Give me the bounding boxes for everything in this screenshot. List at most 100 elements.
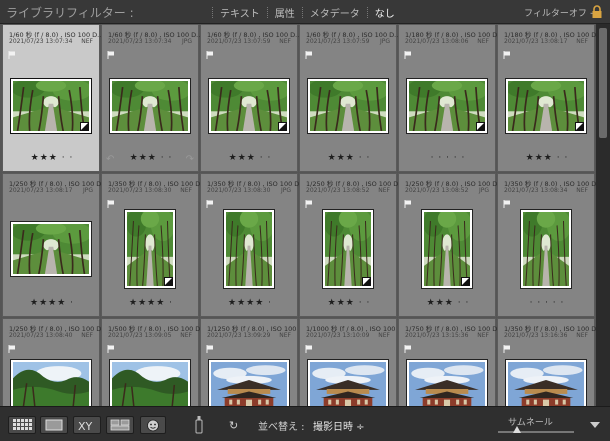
xy-compare-icon: XY	[78, 420, 93, 432]
thumbnail-cell[interactable]: 1/350 秒 (f / 8.0) , ISO 100 D... 2021/07/…	[497, 173, 596, 317]
thumbnail-grid: 1/60 秒 (f / 8.0) , ISO 100 D... 2021/07/2…	[0, 24, 596, 406]
file-type: NEF	[180, 187, 192, 194]
tab-text[interactable]: テキスト	[220, 5, 260, 20]
photo-thumbnail[interactable]	[505, 359, 587, 406]
star-rating[interactable]: · · · · ·	[399, 153, 497, 163]
flag-icon[interactable]	[305, 345, 313, 353]
star-rating[interactable]: ★★★ · ·	[300, 153, 398, 163]
flag-icon[interactable]	[206, 51, 214, 59]
people-view-button[interactable]	[140, 416, 166, 434]
star-rating[interactable]: ★★★★ ·	[102, 298, 200, 308]
flag-icon[interactable]	[305, 51, 313, 59]
develop-adjusted-badge-icon[interactable]	[80, 122, 89, 131]
capture-date: 2021/07/23 13:09:29	[207, 332, 271, 339]
photo-thumbnail[interactable]	[109, 359, 191, 406]
people-icon	[147, 419, 159, 432]
flag-icon[interactable]	[107, 345, 115, 353]
thumbnail-cell[interactable]: 1/750 秒 (f / 8.0) , ISO 100 D... 2021/07/…	[398, 318, 503, 406]
photo-thumbnail[interactable]	[10, 359, 92, 406]
sort-direction-icon[interactable]: ↻	[229, 417, 243, 433]
scrollbar-thumb[interactable]	[599, 28, 607, 138]
thumbnail-cell[interactable]: 1/60 秒 (f / 8.0) , ISO 100 D... 2021/07/2…	[101, 24, 202, 172]
grid-scrollbar[interactable]	[596, 24, 610, 406]
file-type: JPG	[181, 38, 192, 45]
grid-icon	[13, 419, 32, 430]
tab-none[interactable]: なし	[375, 5, 395, 20]
photo-thumbnail[interactable]	[223, 209, 275, 289]
thumbnail-cell[interactable]: 1/350 秒 (f / 8.0) , ISO 100 D... 2021/07/…	[101, 173, 206, 317]
tab-separator	[366, 7, 368, 18]
develop-adjusted-badge-icon[interactable]	[278, 122, 287, 131]
thumbnail-cell[interactable]: 1/350 秒 (f / 8.0) , ISO 100 D... 2021/07/…	[497, 318, 596, 406]
rotate-left-icon[interactable]: ↶	[106, 154, 114, 165]
develop-adjusted-badge-icon[interactable]	[476, 122, 485, 131]
thumbnail-size-slider-knob[interactable]	[513, 426, 521, 433]
survey-view-button[interactable]	[106, 416, 134, 434]
photo-thumbnail[interactable]	[406, 359, 488, 406]
photo-thumbnail[interactable]	[307, 78, 389, 134]
file-type: JPG	[379, 38, 390, 45]
filter-tabs: テキスト 属性 メタデータ なし	[205, 5, 395, 20]
star-rating[interactable]: ★★★ · ·	[3, 153, 101, 163]
thumbnail-cell[interactable]: 1/1250 秒 (f / 8.0) , ISO 100 2021/07/23 1…	[200, 318, 298, 406]
star-rating[interactable]: ★★★ · ·	[201, 153, 299, 163]
thumbnail-cell[interactable]: 1/60 秒 (f / 8.0) , ISO 100 D... 2021/07/2…	[299, 24, 400, 172]
capture-date: 2021/07/23 13:08:17	[504, 38, 568, 45]
star-rating[interactable]: ★★★★ ·	[3, 298, 101, 308]
flag-icon[interactable]	[503, 51, 511, 59]
flag-icon[interactable]	[404, 51, 412, 59]
tab-metadata[interactable]: メタデータ	[310, 5, 360, 20]
loupe-view-button[interactable]	[40, 416, 68, 434]
star-rating[interactable]: ★★★ · ·	[399, 298, 497, 308]
spray-can-icon[interactable]	[193, 415, 205, 435]
thumbnail-cell[interactable]: 1/250 秒 (f / 8.0) , ISO 100 D... 2021/07/…	[398, 173, 503, 317]
star-rating[interactable]: ★★★★ ·	[201, 298, 299, 308]
photo-thumbnail[interactable]	[307, 359, 389, 406]
thumbnail-size-slider[interactable]	[498, 431, 574, 433]
flag-icon[interactable]	[206, 345, 214, 353]
flag-icon[interactable]	[8, 51, 16, 59]
flag-icon[interactable]	[206, 200, 214, 208]
flag-icon[interactable]	[503, 345, 511, 353]
lock-icon[interactable]	[591, 5, 603, 19]
toolbar-menu-chevron-down-icon[interactable]	[590, 422, 600, 428]
flag-icon[interactable]	[503, 200, 511, 208]
thumbnail-cell[interactable]: 1/350 秒 (f / 8.0) , ISO 100 D... 2021/07/…	[200, 173, 305, 317]
photo-thumbnail[interactable]	[109, 78, 191, 134]
filter-preset-dropdown[interactable]: フィルターオフ ÷	[524, 6, 597, 19]
grid-view-button[interactable]	[8, 416, 36, 434]
develop-adjusted-badge-icon[interactable]	[575, 122, 584, 131]
flag-icon[interactable]	[404, 200, 412, 208]
develop-adjusted-badge-icon[interactable]	[362, 277, 371, 286]
compare-view-button[interactable]: XY	[73, 416, 101, 434]
photo-thumbnail[interactable]	[520, 209, 572, 289]
bottom-toolbar: XY ↻ 並べ替え : 撮影日時 ÷ サムネール	[0, 406, 610, 441]
flag-icon[interactable]	[305, 200, 313, 208]
tab-separator	[301, 7, 303, 18]
develop-adjusted-badge-icon[interactable]	[461, 277, 470, 286]
thumbnail-cell[interactable]: 1/250 秒 (f / 8.0) , ISO 100 D... 2021/07/…	[299, 173, 404, 317]
thumbnail-cell[interactable]: 1/180 秒 (f / 8.0) , ISO 100 D... 2021/07/…	[398, 24, 503, 172]
star-rating[interactable]: ★★★ · ·	[498, 153, 596, 163]
sort-order-dropdown[interactable]: 撮影日時 ÷	[313, 418, 365, 433]
develop-adjusted-badge-icon[interactable]	[164, 277, 173, 286]
thumbnail-cell[interactable]: 1/500 秒 (f / 8.0) , ISO 100 D... 2021/07/…	[101, 318, 206, 406]
capture-date: 2021/07/23 13:07:59	[306, 38, 370, 45]
star-rating[interactable]: · · · · ·	[498, 298, 596, 308]
tab-attribute[interactable]: 属性	[275, 5, 295, 20]
thumbnail-cell[interactable]: 1/180 秒 (f / 8.0) , ISO 100 D... 2021/07/…	[497, 24, 596, 172]
flag-icon[interactable]	[107, 200, 115, 208]
photo-thumbnail[interactable]	[208, 359, 290, 406]
thumbnail-cell[interactable]: 1/60 秒 (f / 8.0) , ISO 100 D... 2021/07/2…	[2, 24, 103, 172]
thumbnail-cell[interactable]: 1/250 秒 (f / 8.0) , ISO 100 D... 2021/07/…	[2, 173, 107, 317]
star-rating[interactable]: ★★★ · ·	[300, 298, 398, 308]
thumbnail-cell[interactable]: 1/60 秒 (f / 8.0) , ISO 100 D... 2021/07/2…	[200, 24, 301, 172]
flag-icon[interactable]	[8, 345, 16, 353]
photo-thumbnail[interactable]	[10, 221, 92, 277]
thumbnail-cell[interactable]: 1/250 秒 (f / 8.0) , ISO 100 D... 2021/07/…	[2, 318, 107, 406]
thumbnail-cell[interactable]: 1/1000 秒 (f / 8.0) , ISO 100 D... 2021/07…	[299, 318, 409, 406]
capture-date: 2021/07/23 13:08:34	[504, 187, 568, 194]
flag-icon[interactable]	[404, 345, 412, 353]
rotate-right-icon[interactable]: ↷	[186, 154, 194, 165]
flag-icon[interactable]	[107, 51, 115, 59]
